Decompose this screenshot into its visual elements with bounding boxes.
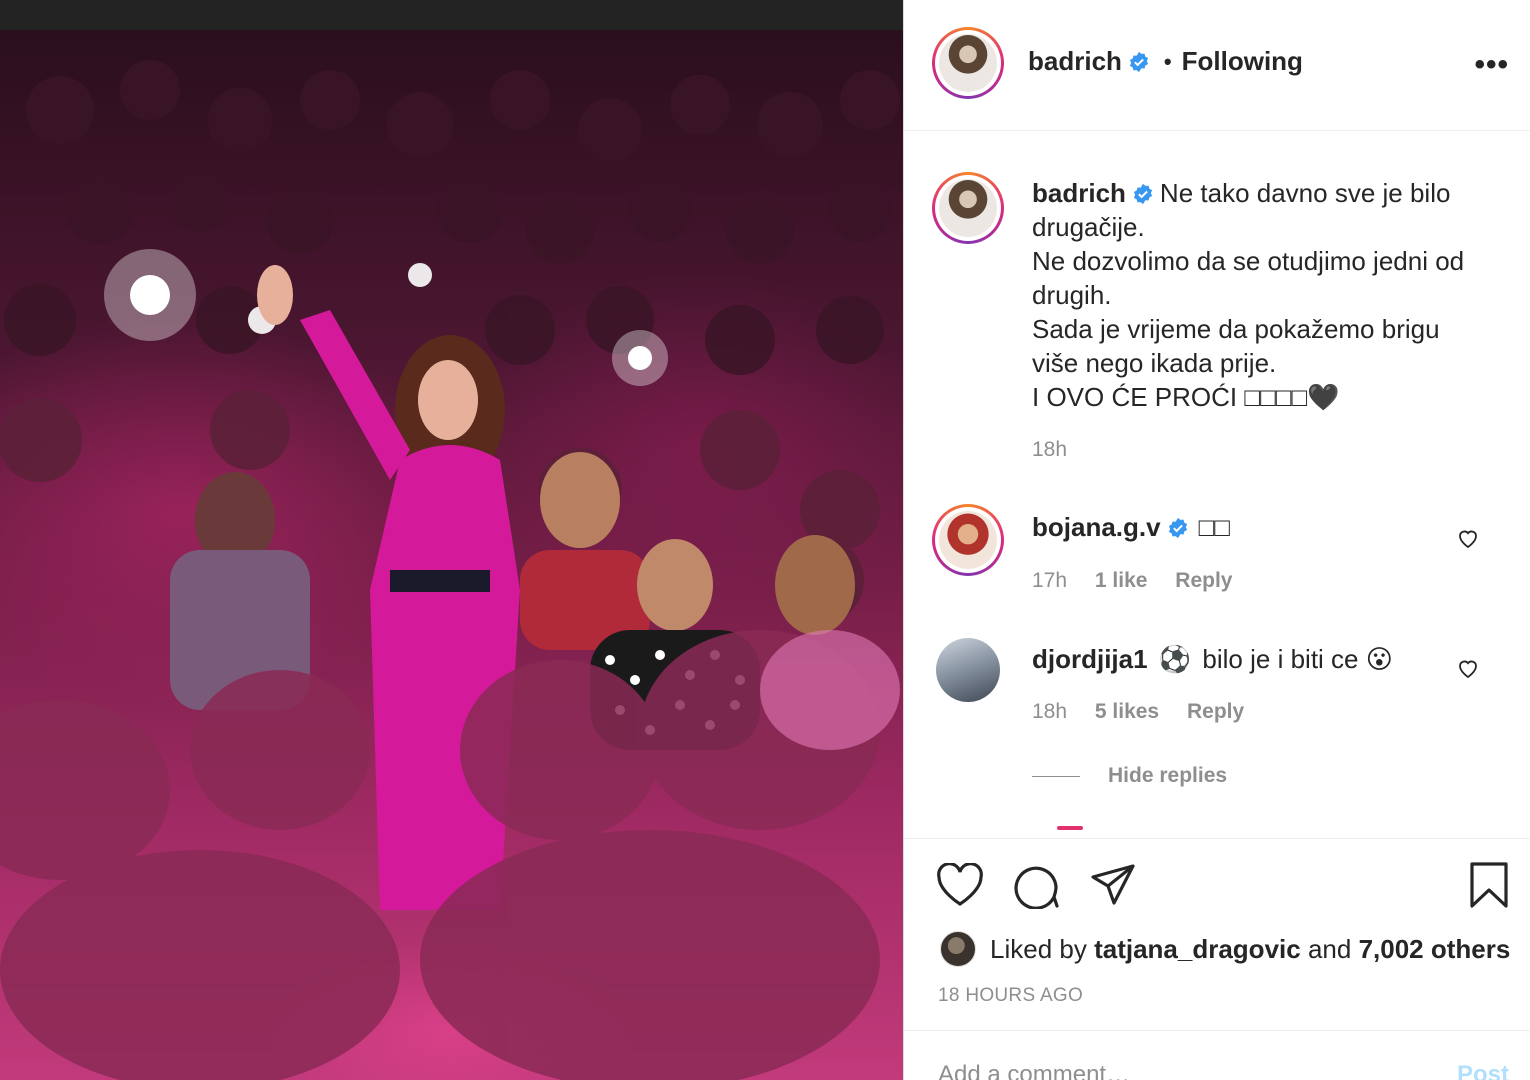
avatar-image — [939, 511, 997, 569]
comment-item: bojana.g.v □□ — [1032, 512, 1230, 543]
verified-badge-icon — [1129, 51, 1148, 72]
comment-likes[interactable]: 5 likes — [1095, 700, 1159, 723]
header-separator: • — [1163, 48, 1172, 74]
comment-text: bilo je i biti ce 😮 — [1202, 644, 1393, 674]
post-header: badrich • Following ••• — [904, 0, 1530, 131]
comment-likes[interactable]: 1 like — [1095, 569, 1148, 592]
reply-button[interactable]: Reply — [1175, 569, 1232, 592]
comment-meta: 18h 5 likes Reply — [1032, 700, 1266, 724]
likes-count[interactable]: 7,002 others — [1359, 934, 1511, 965]
like-comment-icon[interactable] — [1456, 656, 1480, 680]
liker-username[interactable]: tatjana_dragovic — [1094, 934, 1301, 965]
caption-text: Ne tako davno sve je bilo drugačije. Ne … — [1032, 178, 1465, 412]
add-comment-input[interactable] — [938, 1061, 1398, 1080]
soccer-ball-icon: ⚽ — [1158, 644, 1192, 674]
verified-badge-icon — [1168, 517, 1187, 538]
hide-replies-label: Hide replies — [1108, 764, 1228, 787]
more-options-icon[interactable]: ••• — [1474, 48, 1509, 82]
post-comment-button[interactable]: Post — [1457, 1061, 1509, 1080]
post-actions: Liked by tatjana_dragovic and 7,002 othe… — [904, 838, 1530, 1030]
liked-by: Liked by tatjana_dragovic and 7,002 othe… — [940, 931, 1510, 967]
loading-indicator — [1057, 826, 1083, 830]
avatar-image — [939, 179, 997, 237]
liker-avatar[interactable] — [940, 931, 976, 967]
header-user: badrich • Following — [1028, 46, 1303, 77]
concert-scene — [0, 60, 900, 1080]
post-sidebar: badrich • Following ••• badrich Ne tako d… — [903, 0, 1530, 1080]
share-paper-plane-icon[interactable] — [1090, 863, 1136, 907]
post-photo[interactable] — [0, 30, 903, 1080]
comment-avatar[interactable] — [932, 504, 1004, 576]
hide-replies-button[interactable]: Hide replies — [1032, 764, 1227, 788]
caption-avatar[interactable] — [932, 172, 1004, 244]
photo-panel — [0, 0, 903, 1080]
comment-item: djordjija1 ⚽ bilo je i biti ce 😮 — [1032, 644, 1393, 675]
avatar-image — [939, 34, 997, 92]
comment-meta: 17h 1 like Reply — [1032, 569, 1254, 593]
reply-button[interactable]: Reply — [1187, 700, 1244, 723]
comments-section: badrich Ne tako davno sve je bilo drugači… — [904, 132, 1530, 837]
author-avatar[interactable] — [932, 27, 1004, 99]
comment-username[interactable]: bojana.g.v — [1032, 512, 1161, 543]
caption-time[interactable]: 18h — [1032, 438, 1067, 461]
like-heart-icon[interactable] — [936, 863, 984, 907]
comment-time[interactable]: 17h — [1032, 569, 1067, 592]
like-comment-icon[interactable] — [1456, 526, 1480, 550]
save-bookmark-icon[interactable] — [1468, 861, 1510, 909]
caption: badrich Ne tako davno sve je bilo drugači… — [1032, 176, 1502, 414]
comment-text: □□ — [1198, 512, 1230, 542]
comment-username[interactable]: djordjija1 — [1032, 644, 1148, 674]
caption-username[interactable]: badrich — [1032, 178, 1126, 208]
divider-line — [1032, 775, 1080, 777]
comment-bubble-icon[interactable] — [1012, 863, 1060, 909]
following-button[interactable]: Following — [1182, 46, 1303, 77]
post-timestamp[interactable]: 18 HOURS AGO — [938, 985, 1083, 1007]
add-comment-bar: Post — [904, 1030, 1530, 1080]
liked-by-conj: and — [1307, 933, 1352, 964]
comment-avatar[interactable] — [936, 638, 1000, 702]
liked-by-prefix: Liked by — [990, 933, 1087, 964]
caption-meta: 18h — [1032, 438, 1089, 462]
comment-time[interactable]: 18h — [1032, 700, 1067, 723]
author-username[interactable]: badrich — [1028, 46, 1122, 77]
verified-badge-icon — [1133, 183, 1152, 205]
